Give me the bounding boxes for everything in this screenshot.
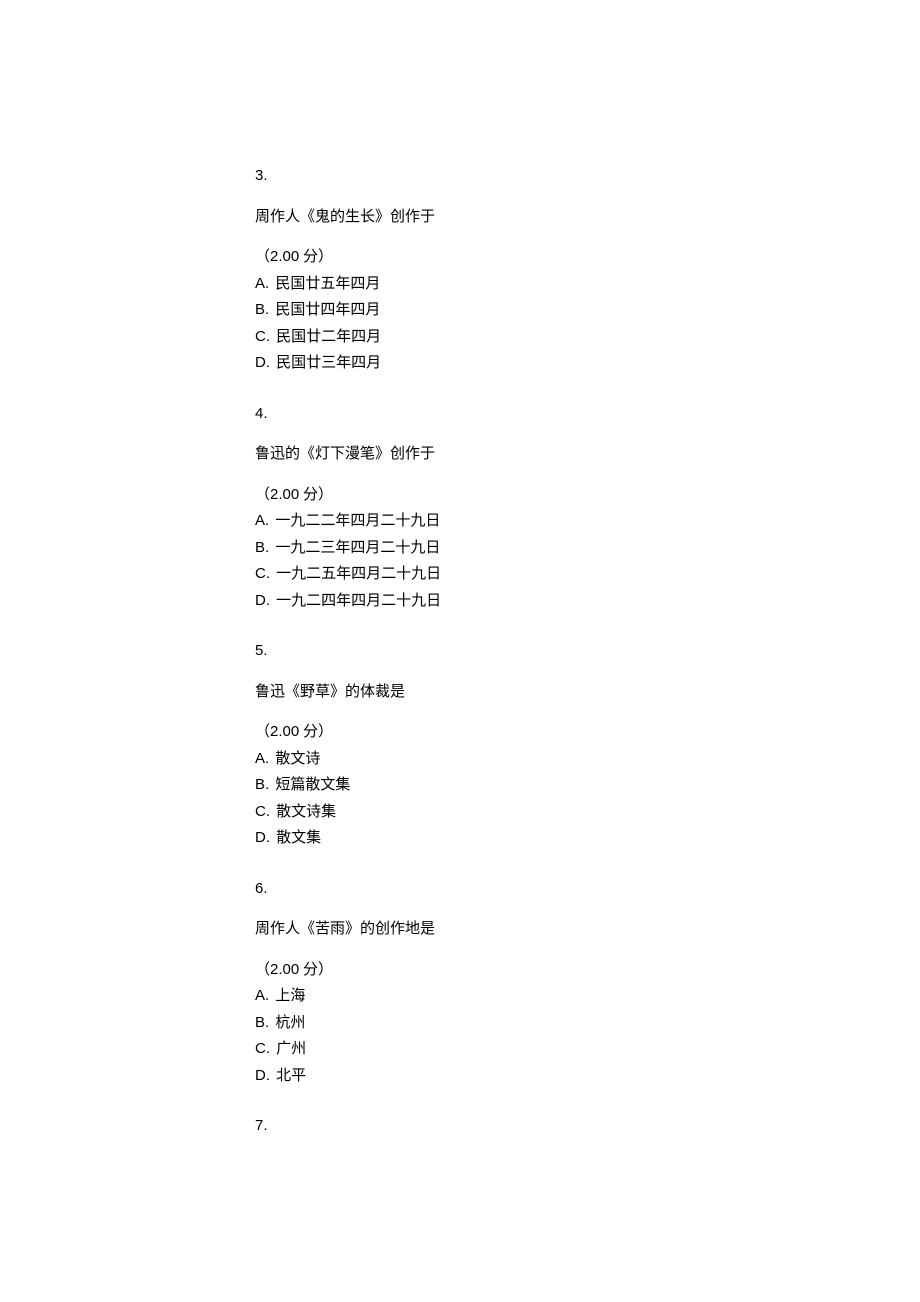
option-text: 一九二四年四月二十九日 [276, 593, 441, 609]
option-letter: D. [255, 829, 270, 846]
option-letter: D. [255, 1067, 270, 1084]
points-value: 2.00 [270, 248, 299, 265]
option-letter: A. [255, 750, 269, 767]
points-suffix: 分） [299, 249, 333, 265]
option-letter: A. [255, 275, 269, 292]
question-3: 3. 周作人《鬼的生长》创作于 （2.00 分） A. 民国廿五年四月 B. 民… [255, 165, 920, 375]
option-letter: A. [255, 512, 269, 529]
option-letter: C. [255, 803, 270, 820]
question-stem: 周作人《鬼的生长》创作于 [255, 206, 920, 229]
option-text: 杭州 [275, 1015, 305, 1031]
option-text: 上海 [275, 988, 305, 1004]
option-b: B. 一九二三年四月二十九日 [255, 537, 920, 560]
option-text: 散文诗 [275, 751, 320, 767]
option-text: 短篇散文集 [275, 777, 350, 793]
question-stem: 周作人《苦雨》的创作地是 [255, 918, 920, 941]
points-suffix: 分） [299, 724, 333, 740]
option-text: 民国廿四年四月 [275, 302, 380, 318]
option-a: A. 民国廿五年四月 [255, 273, 920, 296]
option-text: 民国廿二年四月 [276, 329, 381, 345]
question-number: 6. [255, 878, 920, 901]
points-value: 2.00 [270, 961, 299, 978]
question-4: 4. 鲁迅的《灯下漫笔》创作于 （2.00 分） A. 一九二二年四月二十九日 … [255, 403, 920, 613]
option-text: 民国廿五年四月 [275, 276, 380, 292]
points-value: 2.00 [270, 486, 299, 503]
option-letter: B. [255, 301, 269, 318]
option-text: 一九二五年四月二十九日 [276, 566, 441, 582]
question-5: 5. 鲁迅《野草》的体裁是 （2.00 分） A. 散文诗 B. 短篇散文集 C… [255, 640, 920, 850]
points-suffix: 分） [299, 487, 333, 503]
points-prefix: （ [255, 724, 270, 740]
question-points: （2.00 分） [255, 246, 920, 269]
option-d: D. 一九二四年四月二十九日 [255, 590, 920, 613]
option-b: B. 民国廿四年四月 [255, 299, 920, 322]
question-stem: 鲁迅《野草》的体裁是 [255, 681, 920, 704]
option-a: A. 一九二二年四月二十九日 [255, 510, 920, 533]
points-value: 2.00 [270, 723, 299, 740]
points-suffix: 分） [299, 962, 333, 978]
option-text: 散文集 [276, 830, 321, 846]
option-text: 北平 [276, 1068, 306, 1084]
option-letter: C. [255, 328, 270, 345]
option-c: C. 广州 [255, 1038, 920, 1061]
points-prefix: （ [255, 487, 270, 503]
option-a: A. 散文诗 [255, 748, 920, 771]
option-letter: B. [255, 539, 269, 556]
option-text: 一九二三年四月二十九日 [275, 540, 440, 556]
option-letter: D. [255, 354, 270, 371]
option-letter: A. [255, 987, 269, 1004]
question-number: 3. [255, 165, 920, 188]
option-text: 民国廿三年四月 [276, 355, 381, 371]
question-number: 5. [255, 640, 920, 663]
option-letter: D. [255, 592, 270, 609]
option-text: 一九二二年四月二十九日 [275, 513, 440, 529]
option-d: D. 民国廿三年四月 [255, 352, 920, 375]
question-points: （2.00 分） [255, 959, 920, 982]
question-6: 6. 周作人《苦雨》的创作地是 （2.00 分） A. 上海 B. 杭州 C. … [255, 878, 920, 1088]
option-b: B. 杭州 [255, 1012, 920, 1035]
option-c: C. 民国廿二年四月 [255, 326, 920, 349]
question-points: （2.00 分） [255, 484, 920, 507]
option-letter: B. [255, 776, 269, 793]
question-stem: 鲁迅的《灯下漫笔》创作于 [255, 443, 920, 466]
exam-page: 3. 周作人《鬼的生长》创作于 （2.00 分） A. 民国廿五年四月 B. 民… [0, 0, 920, 1266]
option-d: D. 散文集 [255, 827, 920, 850]
question-7: 7. [255, 1115, 920, 1138]
option-text: 散文诗集 [276, 804, 336, 820]
option-d: D. 北平 [255, 1065, 920, 1088]
points-prefix: （ [255, 962, 270, 978]
option-c: C. 一九二五年四月二十九日 [255, 563, 920, 586]
option-letter: C. [255, 565, 270, 582]
option-letter: B. [255, 1014, 269, 1031]
option-c: C. 散文诗集 [255, 801, 920, 824]
question-number: 7. [255, 1115, 920, 1138]
points-prefix: （ [255, 249, 270, 265]
option-text: 广州 [276, 1041, 306, 1057]
option-b: B. 短篇散文集 [255, 774, 920, 797]
option-letter: C. [255, 1040, 270, 1057]
question-number: 4. [255, 403, 920, 426]
option-a: A. 上海 [255, 985, 920, 1008]
question-points: （2.00 分） [255, 721, 920, 744]
